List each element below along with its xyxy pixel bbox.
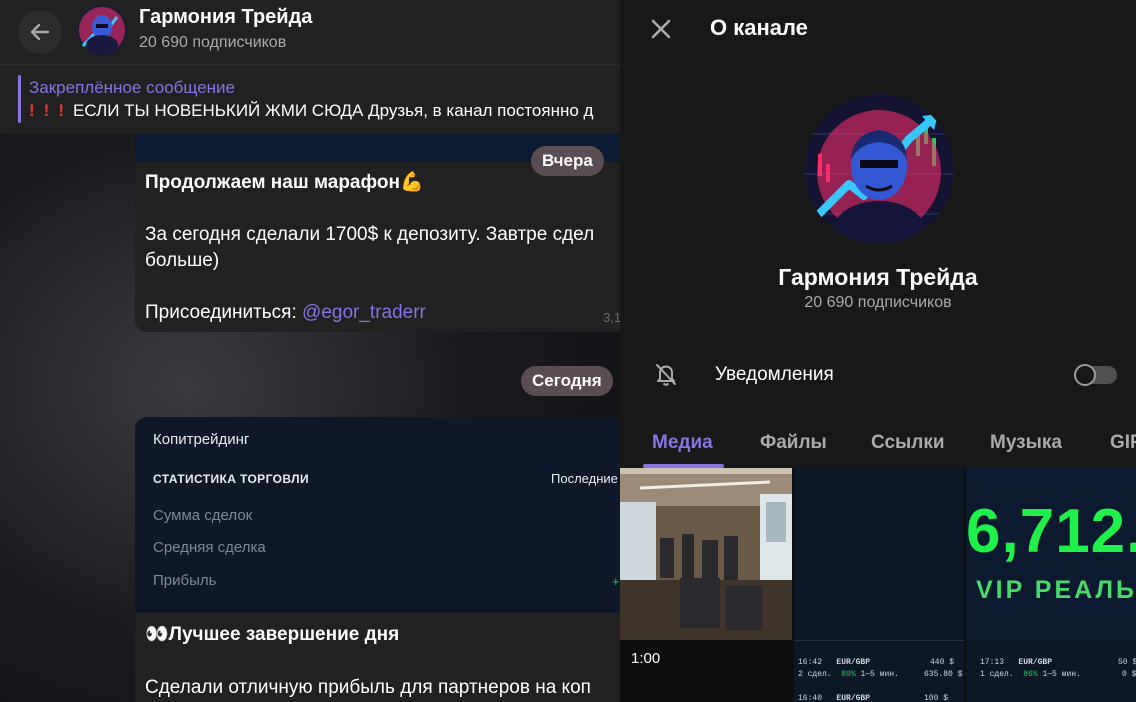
- card-plus: +: [612, 574, 620, 589]
- pinned-label: Закреплённое сообщение: [29, 78, 235, 97]
- channel-avatar-large[interactable]: [804, 94, 954, 244]
- toggle-knob: [1074, 364, 1096, 386]
- card-row: Прибыль: [153, 572, 217, 589]
- card-title: Копитрейдинг: [153, 431, 250, 448]
- message-line: Сделали отличную прибыль для партнеров н…: [145, 677, 591, 698]
- card-row: Сумма сделок: [153, 507, 253, 524]
- date-badge-yesterday: Вчера: [531, 146, 604, 176]
- card-period: Последние: [551, 471, 618, 486]
- exclamation-icon: !: [29, 101, 35, 120]
- media-grid: 1:00 16:42 EUR/GBP 440 $ 2 сдел. 89% 1—5…: [620, 468, 1136, 702]
- message-line: больше): [145, 250, 220, 271]
- media-tile-video[interactable]: 1:00: [620, 468, 792, 702]
- chat-subscriber-count: 20 690 подписчиков: [139, 34, 287, 51]
- notifications-label: Уведомления: [715, 364, 834, 385]
- message-line: Присоединиться: @egor_traderr: [145, 300, 426, 326]
- tab-files[interactable]: Файлы: [760, 432, 827, 454]
- profit-number: 6,712.: [966, 497, 1136, 566]
- back-button[interactable]: [18, 10, 62, 54]
- chat-header: Гармония Трейда 20 690 подписчиков: [0, 0, 620, 64]
- bell-off-icon: [656, 364, 676, 386]
- tab-music[interactable]: Музыка: [990, 432, 1062, 454]
- divider: [794, 640, 964, 641]
- channel-name: Гармония Трейда: [778, 264, 978, 290]
- pinned-message[interactable]: Закреплённое сообщение !!! ЕСЛИ ТЫ НОВЕНЬ…: [0, 64, 620, 134]
- tab-gif[interactable]: GIF: [1110, 432, 1136, 454]
- pinned-preview: ЕСЛИ ТЫ НОВЕНЬКИЙ ЖМИ СЮДА Друзья, в кан…: [73, 101, 594, 120]
- channel-info-panel: О канале Гармония Трейда 20 690 подписчи…: [620, 0, 1136, 702]
- media-tile-image[interactable]: 16:42 EUR/GBP 440 $ 2 сдел. 89% 1—5 мин.…: [794, 468, 964, 702]
- trade-result: 0 $: [1122, 670, 1136, 679]
- tab-media[interactable]: Медиа: [652, 432, 713, 454]
- close-icon: [651, 19, 671, 39]
- date-badge-today: Сегодня: [521, 366, 613, 396]
- trade-row: 17:13 EUR/GBP: [980, 658, 1053, 667]
- username-link[interactable]: @egor_traderr: [302, 302, 426, 323]
- media-tabs: Медиа Файлы Ссылки Музыка GIF: [620, 420, 1136, 468]
- vip-text: VIP РЕАЛЬ: [976, 576, 1136, 604]
- panel-title: О канале: [710, 15, 808, 40]
- notifications-row[interactable]: Уведомления: [620, 350, 1136, 400]
- trade-amount: 100 $: [924, 694, 949, 702]
- card-row: Средняя сделка: [153, 539, 266, 556]
- message-line: 👀Лучшее завершение дня: [145, 624, 400, 645]
- message-views: 3,1: [603, 310, 620, 325]
- message-line: Продолжаем наш марафон💪: [145, 172, 424, 193]
- trade-row: 16:42 EUR/GBP: [798, 658, 871, 667]
- pinned-text: !!! ЕСЛИ ТЫ НОВЕНЬКИЙ ЖМИ СЮДА Друзья, в …: [29, 101, 593, 121]
- trade-row: 1 сдел. 86% 1—5 мин.: [980, 670, 1081, 679]
- trade-result: 635.80 $: [924, 670, 963, 679]
- exclamation-icon: !: [43, 101, 50, 120]
- channel-subscribers: 20 690 подписчиков: [804, 294, 952, 311]
- chat-title[interactable]: Гармония Трейда: [139, 6, 312, 29]
- chat-area: Гармония Трейда 20 690 подписчиков Закре…: [0, 0, 620, 702]
- message-line: За сегодня сделали 1700$ к депозиту. Зав…: [145, 224, 595, 245]
- trade-row: 16:40 EUR/GBP: [798, 694, 871, 702]
- card-subtitle: СТАТИСТИКА ТОРГОВЛИ: [153, 472, 309, 486]
- arrow-left-icon: [30, 23, 50, 41]
- trade-amount: 440 $: [930, 658, 955, 667]
- media-tile-image[interactable]: 6,712. VIP РЕАЛЬ 17:13 EUR/GBP 50 $ 1 сд…: [966, 468, 1136, 702]
- join-label: Присоединиться:: [145, 302, 303, 323]
- message-image-stats-card[interactable]: Копитрейдинг СТАТИСТИКА ТОРГОВЛИ Последн…: [135, 417, 620, 613]
- trade-amount: 50 $: [1118, 658, 1136, 667]
- tab-links[interactable]: Ссылки: [871, 432, 945, 454]
- notifications-toggle[interactable]: [1074, 364, 1117, 386]
- pinned-indicator: [18, 75, 21, 123]
- trade-row: 2 сдел. 89% 1—5 мин.: [798, 670, 899, 679]
- message-bubble[interactable]: Копитрейдинг СТАТИСТИКА ТОРГОВЛИ Последн…: [135, 417, 620, 702]
- close-button[interactable]: [646, 14, 676, 44]
- channel-avatar[interactable]: [77, 5, 127, 55]
- video-duration: 1:00: [631, 650, 661, 667]
- exclamation-icon: !: [58, 101, 65, 120]
